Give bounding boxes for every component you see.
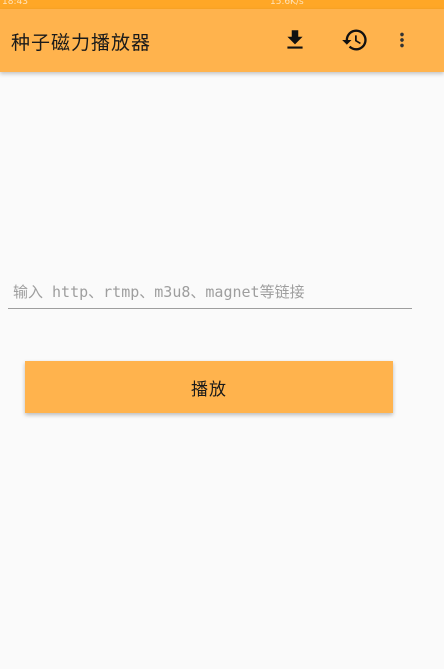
more-vert-icon [400,32,404,48]
status-time: 18:43 [2,0,28,7]
url-input[interactable] [8,279,412,309]
screen: 18:43 15.6K/s 种子磁力播放器 播放 [0,0,444,669]
app-title: 种子磁力播放器 [11,32,152,54]
status-bar: 18:43 15.6K/s [0,0,444,9]
download-icon [287,30,303,49]
download-button[interactable] [280,25,310,55]
history-button[interactable] [340,25,370,55]
status-network-speed: 15.6K/s [270,0,304,7]
play-button[interactable]: 播放 [25,361,393,413]
more-options-button[interactable] [390,25,414,55]
app-bar: 种子磁力播放器 [0,9,444,72]
history-icon [342,29,367,51]
